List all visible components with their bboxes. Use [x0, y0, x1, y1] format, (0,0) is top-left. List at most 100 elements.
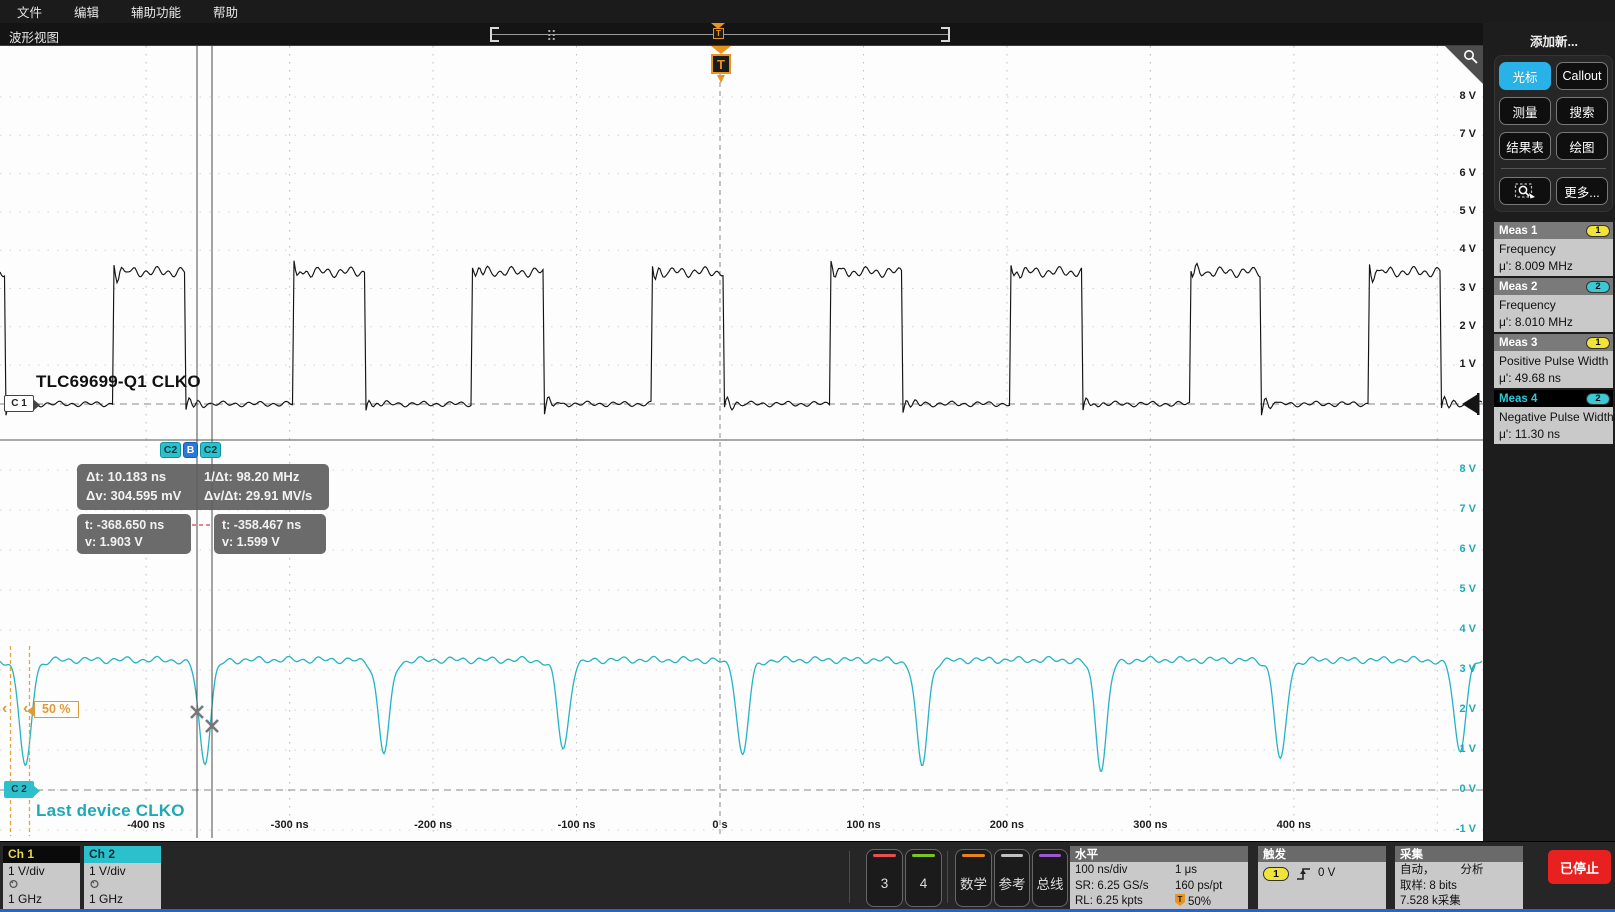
- meas-1-card[interactable]: Meas 1 1 Frequency μ': 8.009 MHz: [1494, 222, 1613, 276]
- ch1-settings-badge[interactable]: Ch 1 1 V/div 1 GHz: [3, 846, 80, 909]
- meas-1-header: Meas 1 1: [1494, 222, 1613, 239]
- ch1-scale: 1 V/div: [8, 864, 45, 878]
- acquisition-panel-header: 采集: [1395, 846, 1523, 862]
- cursor-b-voltage: v: 1.599 V: [222, 534, 280, 549]
- meas-2-card[interactable]: Meas 2 2 Frequency μ': 8.010 MHz: [1494, 278, 1613, 332]
- meas-1-body: Frequency μ': 8.009 MHz: [1494, 239, 1613, 276]
- upper-axis-label: 7 V: [1459, 128, 1476, 141]
- ch1-trace-label[interactable]: TLC69699-Q1 CLKO: [36, 372, 201, 392]
- meas-4-card[interactable]: Meas 4 2 Negative Pulse Width μ': 11.30 …: [1494, 390, 1613, 444]
- ch1-waveform-trace[interactable]: [0, 260, 1483, 416]
- lower-axis-label: 8 V: [1459, 463, 1476, 475]
- time-axis-label: -300 ns: [270, 819, 309, 831]
- meas-3-card[interactable]: Meas 3 1 Positive Pulse Width μ': 49.68 …: [1494, 334, 1613, 388]
- ch2-trace-label[interactable]: Last device CLKO: [36, 801, 185, 821]
- meas-4-title: Meas 4: [1499, 392, 1538, 405]
- trigger-position-stem: [717, 75, 725, 83]
- cursor-delta-readout[interactable]: Δt: 10.183 ns 1/Δt: 98.20 MHz Δv: 304.59…: [77, 464, 329, 510]
- math-button[interactable]: 数学: [955, 849, 992, 907]
- cursor-link-badge[interactable]: B: [183, 442, 198, 458]
- horizontal-panel-body: 100 ns/div 1 μs SR: 6.25 GS/s 160 ps/pt …: [1070, 862, 1248, 910]
- fifty-percent-tag[interactable]: 50 %: [27, 701, 79, 718]
- lower-axis-label: 6 V: [1459, 543, 1476, 555]
- menu-item-file[interactable]: 文件: [17, 2, 42, 21]
- cursor-b-readout[interactable]: t: -358.467 ns v: 1.599 V: [214, 514, 326, 554]
- ch3-button[interactable]: 3: [866, 849, 903, 907]
- lower-axis-label: 7 V: [1459, 503, 1476, 515]
- menu-item-utility[interactable]: 辅助功能: [131, 2, 181, 21]
- svg-text:T: T: [1178, 895, 1183, 904]
- time-axis-label: 0 s: [712, 819, 728, 831]
- upper-axis-label: 2 V: [1459, 319, 1476, 332]
- trigger-position-badge[interactable]: T: [711, 54, 731, 74]
- cursor-b-time: t: -358.467 ns: [222, 518, 302, 532]
- cursor-dv-dt: Δv/Δt: 29.91 MV/s: [204, 487, 313, 503]
- waveform-plot-area[interactable]: TLC69699-Q1 CLKO Last device CLKO C 1 C …: [0, 46, 1483, 841]
- ch2-handle-badge[interactable]: C 2: [4, 781, 40, 798]
- upper-axis-label: 6 V: [1459, 166, 1476, 179]
- cursor-delta-v: Δv: 304.595 mV: [86, 487, 182, 503]
- meas-4-body: Negative Pulse Width μ': 11.30 ns: [1494, 407, 1613, 444]
- lower-axis-label: -1 V: [1455, 823, 1476, 835]
- meas-4-source-badge: 2: [1586, 392, 1610, 405]
- ch2-settings-badge[interactable]: Ch 2 1 V/div 1 GHz: [84, 846, 161, 909]
- trigger-panel[interactable]: 触发 1 0 V: [1258, 846, 1386, 910]
- measurement-list: Meas 1 1 Frequency μ': 8.009 MHz Meas 2 …: [1494, 222, 1613, 444]
- overview-bracket: [492, 40, 499, 42]
- waveform-view-titlebar: 波形视图 T: [0, 23, 1483, 46]
- zoom-overview-bar[interactable]: T: [490, 23, 950, 42]
- measure-button[interactable]: 测量: [1499, 97, 1551, 125]
- ch3-color-stripe: [873, 854, 896, 857]
- ch2-bandwidth: 1 GHz: [89, 892, 124, 907]
- record-length: RL: 6.25 kpts: [1075, 895, 1143, 908]
- math-label: 数学: [960, 877, 987, 892]
- ch1-badge-header: Ch 1: [3, 846, 80, 863]
- ch3-label: 3: [880, 875, 889, 891]
- trigger-percent-value: 50%: [1188, 896, 1212, 909]
- bus-button[interactable]: 总线: [1032, 849, 1068, 907]
- cursor-a-readout[interactable]: t: -368.650 ns v: 1.903 V: [77, 514, 191, 554]
- more-button[interactable]: 更多...: [1556, 177, 1608, 205]
- callout-button[interactable]: Callout: [1556, 62, 1608, 90]
- meas-2-body: Frequency μ': 8.010 MHz: [1494, 295, 1613, 332]
- results-table-button[interactable]: 结果表: [1499, 132, 1551, 160]
- menu-item-help[interactable]: 帮助: [213, 2, 238, 21]
- ch4-button[interactable]: 4: [905, 849, 942, 907]
- ref-label: 参考: [998, 877, 1026, 892]
- upper-axis-label: 4 V: [1459, 243, 1476, 256]
- waveform-canvas: [0, 46, 1483, 838]
- menu-item-edit[interactable]: 编辑: [74, 2, 99, 21]
- cursors-button[interactable]: 光标: [1499, 62, 1551, 90]
- acquisition-sampling: 取样: 8 bits: [1400, 879, 1457, 892]
- stopped-button[interactable]: 已停止: [1548, 850, 1611, 884]
- search-button[interactable]: 搜索: [1556, 97, 1608, 125]
- acquisition-analysis: 分析: [1460, 864, 1484, 876]
- trigger-source-badge: 1: [1263, 866, 1289, 881]
- lower-axis-label: 1 V: [1459, 743, 1476, 755]
- lower-axis-label: 4 V: [1459, 623, 1476, 635]
- cursor-a-source-badge[interactable]: C2: [160, 442, 181, 458]
- overview-trigger-icon[interactable]: T: [713, 28, 724, 39]
- meas-2-header: Meas 2 2: [1494, 278, 1613, 295]
- ch2-waveform-trace[interactable]: [0, 655, 1483, 772]
- horizontal-scale: 100 ns/div: [1075, 864, 1128, 876]
- acquisition-panel[interactable]: 采集 自动， 分析 取样: 8 bits 7.528 k采集: [1395, 846, 1523, 910]
- zoom-tool-button[interactable]: [1499, 177, 1551, 205]
- ch2-badge-header: Ch 2: [84, 846, 161, 863]
- bottom-divider: [849, 851, 850, 903]
- horizontal-panel[interactable]: 水平 100 ns/div 1 μs SR: 6.25 GS/s 160 ps/…: [1070, 846, 1248, 910]
- upper-axis-label: 5 V: [1459, 204, 1476, 217]
- overview-grip-handle[interactable]: [547, 29, 556, 40]
- bus-label: 总线: [1036, 877, 1064, 892]
- zoom-tool-icon: [1514, 183, 1535, 199]
- ch1-handle-badge[interactable]: C 1: [4, 395, 40, 412]
- add-new-panel: 光标 Callout 测量 搜索 结果表 绘图 更多...: [1494, 55, 1613, 212]
- meas-2-title: Meas 2: [1499, 280, 1538, 293]
- horizontal-window: 1 μs: [1175, 864, 1197, 876]
- upper-axis-label: 3 V: [1459, 281, 1476, 294]
- meas-2-source-badge: 2: [1586, 280, 1610, 293]
- cursor-b-source-badge[interactable]: C2: [200, 442, 221, 458]
- plot-button[interactable]: 绘图: [1556, 132, 1608, 160]
- trigger-level-arrow[interactable]: [1459, 393, 1481, 417]
- ref-button[interactable]: 参考: [994, 849, 1030, 907]
